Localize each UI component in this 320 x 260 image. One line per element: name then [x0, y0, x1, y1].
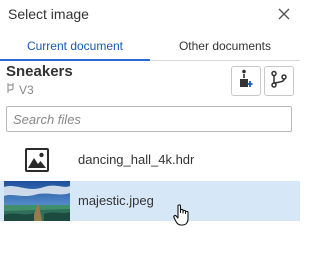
dialog-titlebar: Select image — [0, 0, 300, 30]
version-icon — [6, 82, 16, 97]
search-input[interactable] — [7, 107, 291, 131]
tab-current-document[interactable]: Current document — [0, 32, 150, 61]
close-icon[interactable] — [274, 4, 294, 24]
file-name: majestic.jpeg — [78, 193, 154, 208]
tab-other-documents[interactable]: Other documents — [150, 32, 300, 60]
image-thumbnail — [4, 181, 70, 221]
branch-button[interactable] — [264, 66, 294, 96]
insert-button[interactable] — [231, 66, 261, 96]
document-version: V3 — [6, 82, 34, 97]
list-item-selected[interactable]: majestic.jpeg — [0, 181, 300, 221]
version-label: V3 — [19, 82, 34, 97]
insert-part-icon — [237, 69, 255, 94]
tab-bar: Current document Other documents — [0, 32, 300, 61]
dialog-title: Select image — [8, 6, 89, 22]
select-image-dialog: Select image Current document Other docu… — [0, 0, 300, 260]
image-icon — [4, 140, 70, 180]
hand-cursor-icon — [172, 203, 192, 227]
list-item[interactable]: dancing_hall_4k.hdr — [0, 140, 300, 180]
document-name: Sneakers — [6, 63, 73, 80]
search-field[interactable] — [6, 106, 292, 132]
file-name: dancing_hall_4k.hdr — [78, 152, 195, 167]
branch-icon — [270, 70, 288, 93]
